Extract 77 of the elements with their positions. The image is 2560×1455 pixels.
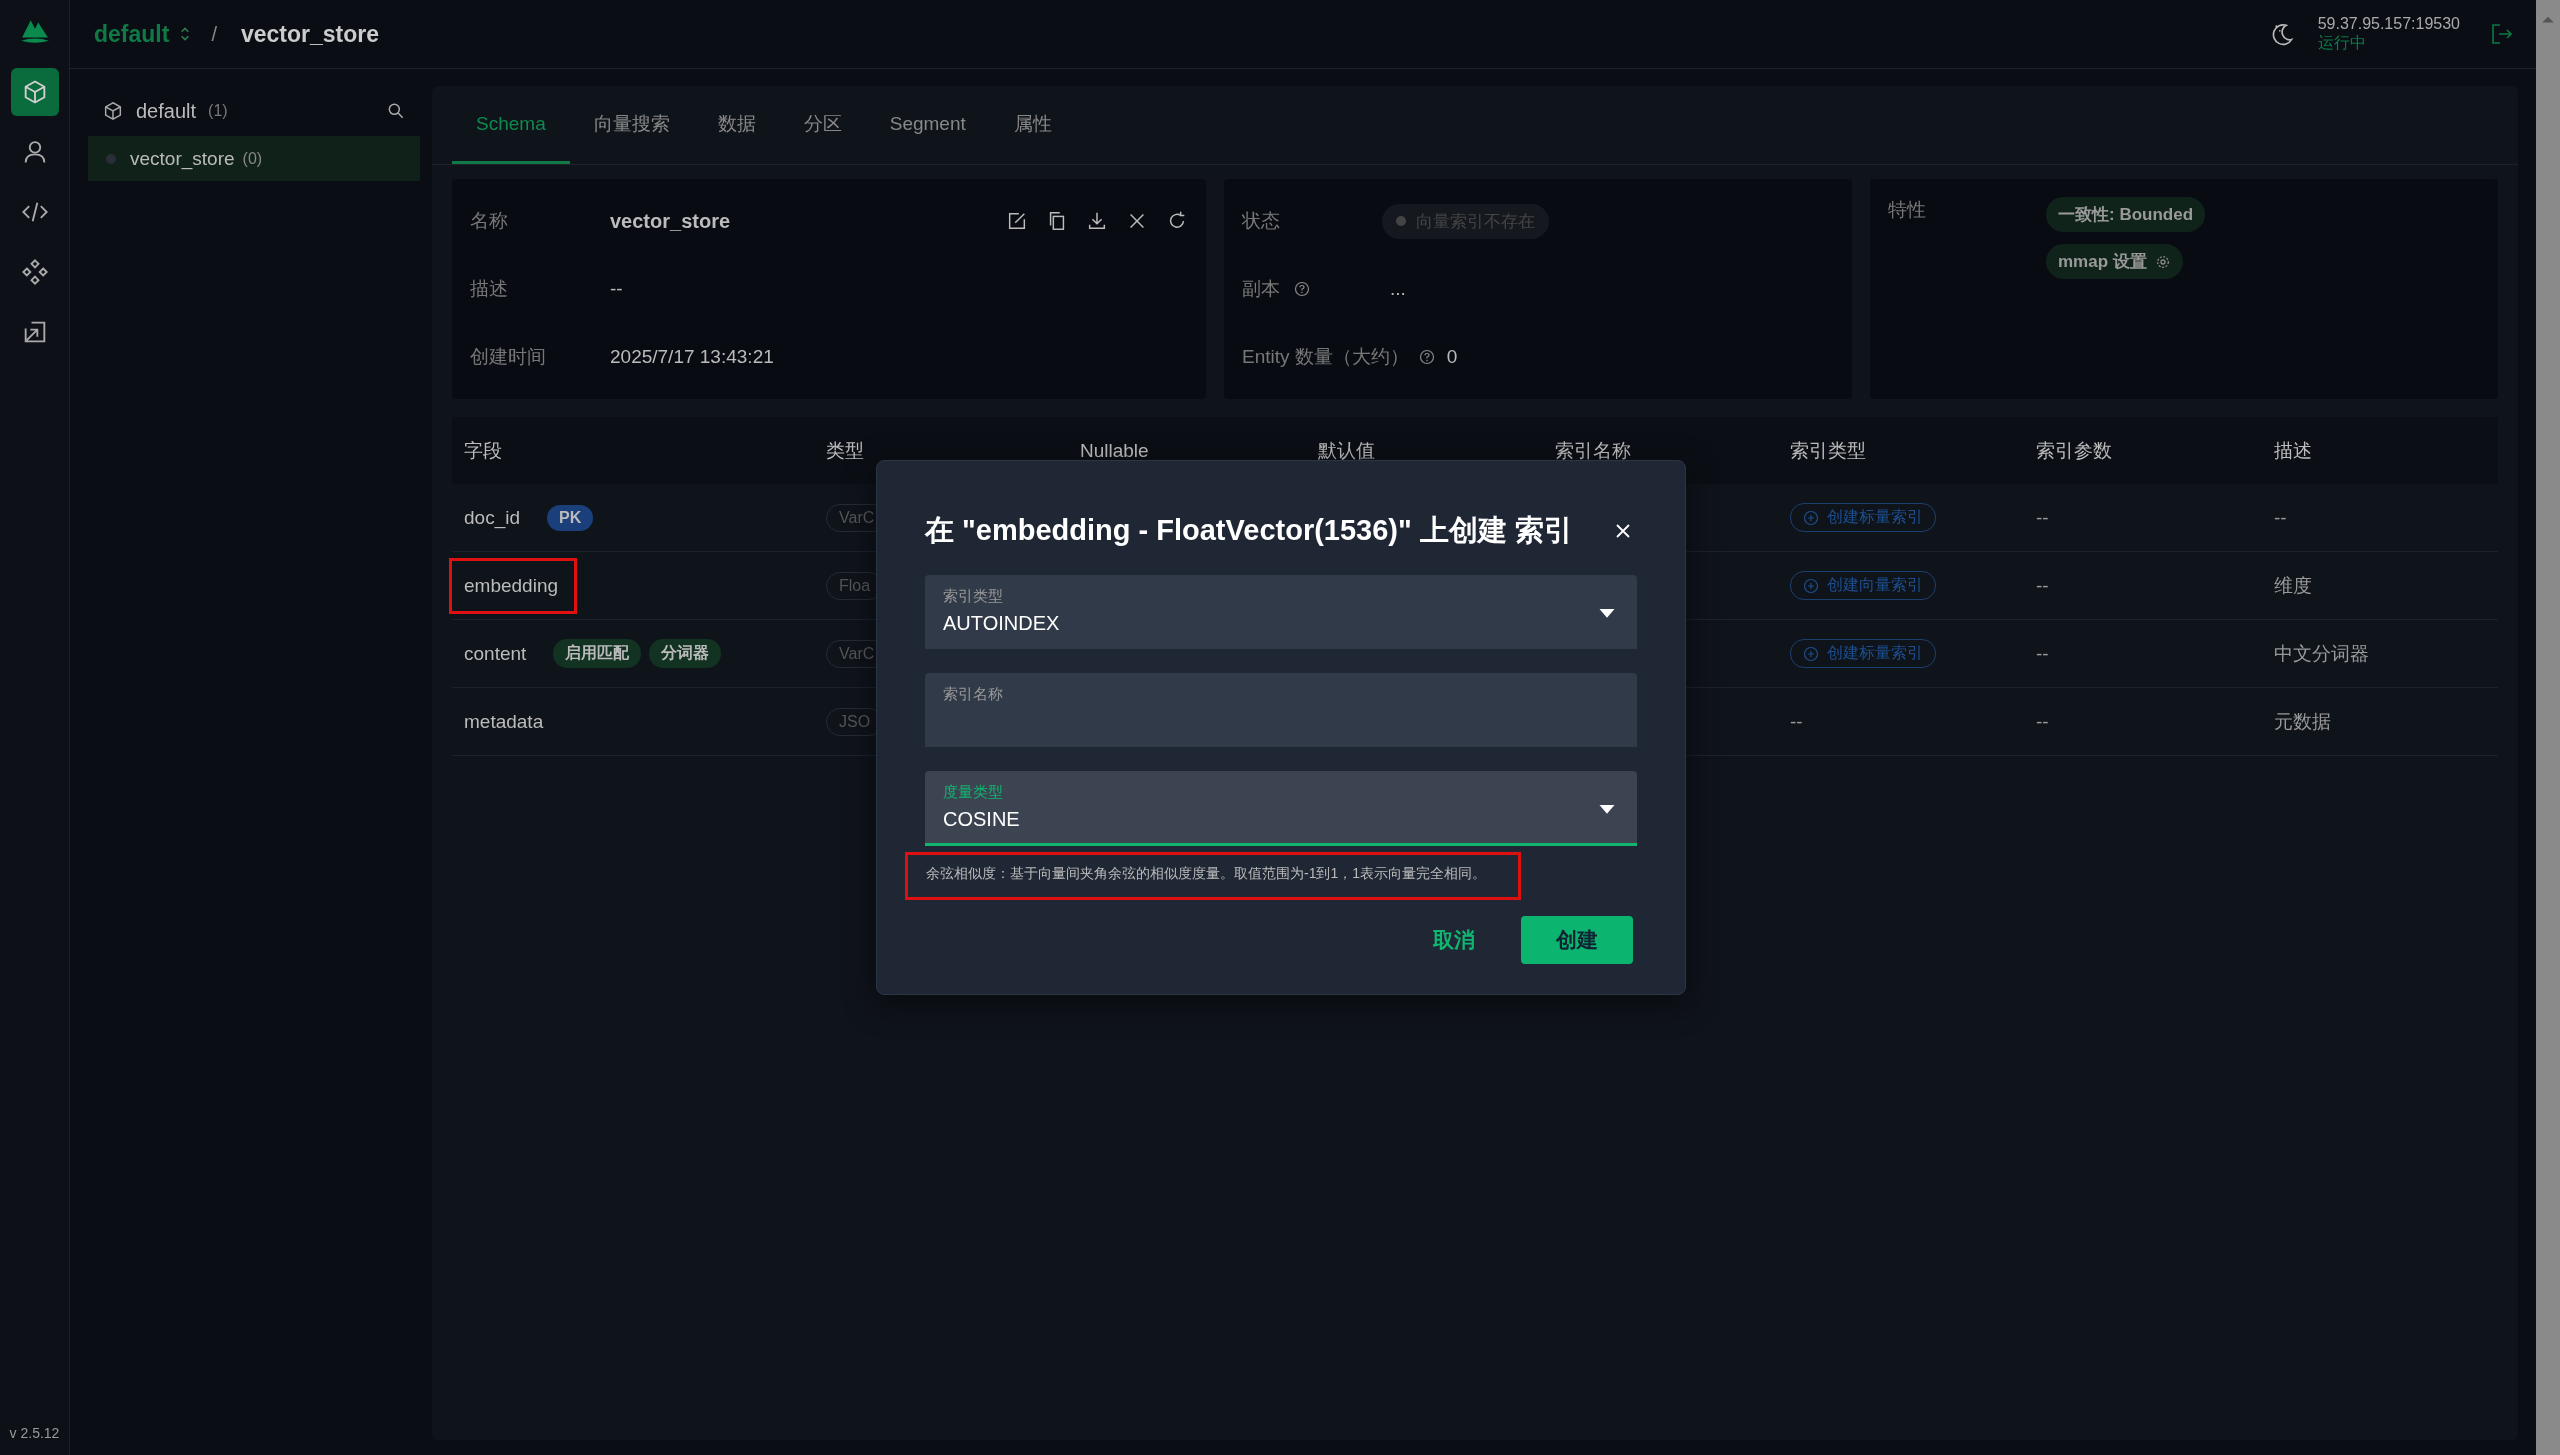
tab[interactable]: 分区 <box>779 86 866 164</box>
column-header: Nullable <box>1079 439 1150 462</box>
caret-icon <box>1599 805 1615 815</box>
plus-icon <box>1803 577 1819 594</box>
tab[interactable]: 向量搜索 <box>569 86 694 164</box>
field-name-cell-text: doc_id <box>463 505 521 531</box>
plus-icon <box>1803 509 1819 526</box>
cancel-button[interactable]: 取消 <box>1427 925 1481 955</box>
table-cell-text: 中文分词器 <box>2274 641 2369 666</box>
updown-chevron-icon <box>179 25 192 43</box>
select-field[interactable]: 索引类型 AUTOINDEX <box>925 575 1637 649</box>
field-tag: PK <box>547 504 594 531</box>
version-label: v 2.5.12 <box>9 1425 60 1441</box>
diamonds-icon <box>20 258 49 286</box>
field-tag: 分词器 <box>649 639 722 668</box>
created-time: 2025/7/17 13:43:21 <box>610 346 774 368</box>
tab[interactable]: 属性 <box>989 86 1076 164</box>
create-button[interactable]: 创建 <box>1521 916 1633 964</box>
field-tag: 启用匹配 <box>553 639 642 668</box>
database-cube-icon <box>102 100 124 122</box>
table-cell: -- <box>1790 710 1803 733</box>
table-cell: -- <box>2036 506 2049 529</box>
helper-text: 余弦相似度：基于向量间夹角余弦的相似度度量。取值范围为-1到1，1表示向量完全相同。 <box>905 852 1522 900</box>
server-address: 59.37.95.157:19530 <box>2317 14 2460 33</box>
field-label: 状态 <box>1242 209 1281 233</box>
logout-icon[interactable] <box>2490 22 2514 46</box>
mmap-settings-chip[interactable]: mmap 设置 <box>2046 244 2183 279</box>
collection-name: vector_store <box>610 209 731 233</box>
feature-chip: 一致性: Bounded <box>2046 197 2206 232</box>
table-cell-text: 元数据 <box>2274 709 2331 734</box>
dialog-title: 在 "embedding - FloatVector(1536)" 上创建 索引 <box>925 513 1573 548</box>
field-label: 创建时间 <box>470 345 547 369</box>
replica-value: ... <box>1390 278 1406 300</box>
database-name[interactable]: default <box>136 99 197 123</box>
column-header: 类型 <box>825 438 865 463</box>
collection-count: (1) <box>208 102 228 120</box>
field-name-cell-text: content <box>463 641 528 666</box>
search-icon[interactable] <box>386 101 406 121</box>
gear-icon <box>2154 253 2171 270</box>
column-header: 索引类型 <box>1789 438 1867 463</box>
database-switcher[interactable]: default <box>94 20 170 48</box>
edit-icon[interactable] <box>1006 210 1028 232</box>
entity-count: 0 <box>1446 346 1458 368</box>
download-icon[interactable] <box>1086 210 1108 232</box>
table-cell: -- <box>2036 710 2049 733</box>
breadcrumb-collection[interactable]: vector_store <box>240 20 380 48</box>
tab[interactable]: 数据 <box>693 86 780 164</box>
tab[interactable]: Schema <box>452 86 570 164</box>
help-icon[interactable] <box>1294 281 1310 297</box>
field-label: 副本 <box>1242 277 1280 301</box>
breadcrumb-separator: / <box>211 22 217 46</box>
select-field[interactable]: 度量类型 COSINE <box>925 771 1637 846</box>
column-header: 默认值 <box>1317 438 1376 463</box>
column-header: 索引名称 <box>1554 438 1632 463</box>
table-cell: -- <box>2036 642 2049 665</box>
field-label: Entity 数量（大约） <box>1242 345 1409 369</box>
input-field[interactable]: 索引名称 <box>925 673 1637 747</box>
plus-icon <box>1803 645 1819 662</box>
field-label: 名称 <box>470 209 509 233</box>
description-value: -- <box>610 278 623 300</box>
column-header: 索引参数 <box>2035 438 2113 463</box>
collection-item[interactable]: vector_store (0) <box>88 136 420 181</box>
caret-icon <box>1599 609 1615 619</box>
column-header: 描述 <box>2273 438 2313 463</box>
scrollbar[interactable] <box>2536 0 2560 1455</box>
field-name-cell: embedding <box>449 557 578 614</box>
server-status: 运行中 <box>2317 32 2367 53</box>
tab[interactable]: Segment <box>865 86 990 164</box>
nav-collections-button[interactable] <box>10 68 59 116</box>
column-header: 字段 <box>463 438 503 463</box>
table-cell: -- <box>2274 506 2287 529</box>
table-cell: -- <box>2036 574 2049 597</box>
field-label: 特性 <box>1888 198 1927 222</box>
field-name-cell-text: metadata <box>463 709 545 734</box>
help-icon[interactable] <box>1418 349 1435 365</box>
table-cell-text: 维度 <box>2274 573 2312 598</box>
field-label: 描述 <box>470 277 509 301</box>
